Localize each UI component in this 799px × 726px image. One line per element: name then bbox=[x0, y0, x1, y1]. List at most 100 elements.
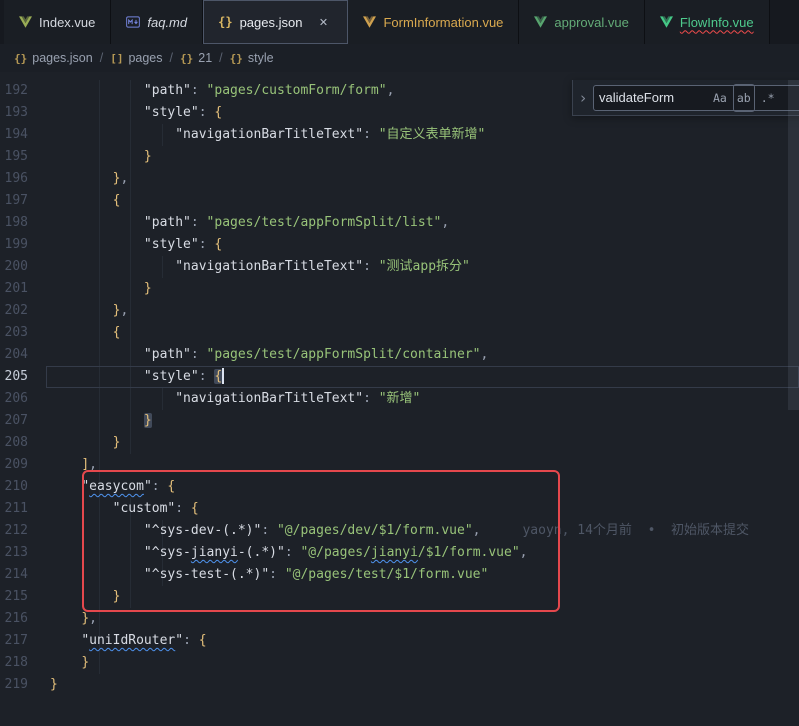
code-line-213[interactable]: 213 "^sys-jianyi-(.*)": "@/pages/jianyi/… bbox=[0, 542, 799, 564]
code-line-208[interactable]: 208 } bbox=[0, 432, 799, 454]
tab-label: FlowInfo.vue bbox=[680, 15, 754, 30]
line-number[interactable]: 206 bbox=[0, 388, 46, 410]
line-number[interactable]: 205 bbox=[0, 366, 46, 388]
line-number[interactable]: 209 bbox=[0, 454, 46, 476]
line-number[interactable]: 204 bbox=[0, 344, 46, 366]
line-number[interactable]: 203 bbox=[0, 322, 46, 344]
tab-forminformation-vue[interactable]: FormInformation.vue bbox=[348, 0, 519, 44]
breadcrumb-item-style[interactable]: {}style bbox=[230, 51, 274, 65]
code-text: "path": "pages/test/appFormSplit/list", bbox=[46, 212, 799, 234]
code-line-211[interactable]: 211 "custom": { bbox=[0, 498, 799, 520]
code-text: "easycom": { bbox=[46, 476, 799, 498]
line-number[interactable]: 208 bbox=[0, 432, 46, 454]
breadcrumb-label: 21 bbox=[198, 51, 212, 65]
code-line-198[interactable]: 198 "path": "pages/test/appFormSplit/lis… bbox=[0, 212, 799, 234]
tab-faq-md[interactable]: faq.md bbox=[111, 0, 203, 44]
code-text: { bbox=[46, 190, 799, 212]
line-number[interactable]: 218 bbox=[0, 652, 46, 674]
breadcrumb-separator: / bbox=[219, 51, 222, 65]
find-expand-toggle[interactable]: › bbox=[573, 80, 593, 115]
code-line-218[interactable]: 218 } bbox=[0, 652, 799, 674]
code-text: }, bbox=[46, 168, 799, 190]
line-number[interactable]: 219 bbox=[0, 674, 46, 696]
line-number[interactable]: 217 bbox=[0, 630, 46, 652]
code-text: "style": { bbox=[46, 366, 799, 388]
vue-icon bbox=[660, 16, 673, 28]
code-line-210[interactable]: 210 "easycom": { bbox=[0, 476, 799, 498]
line-number[interactable]: 194 bbox=[0, 124, 46, 146]
code-line-204[interactable]: 204 "path": "pages/test/appFormSplit/con… bbox=[0, 344, 799, 366]
tab-flowinfo-vue[interactable]: FlowInfo.vue bbox=[645, 0, 770, 44]
object-icon: {} bbox=[230, 52, 243, 65]
breadcrumb-item-21[interactable]: {} 21 bbox=[180, 51, 212, 65]
code-line-214[interactable]: 214 "^sys-test-(.*)": "@/pages/test/$1/f… bbox=[0, 564, 799, 586]
code-line-203[interactable]: 203 { bbox=[0, 322, 799, 344]
line-number[interactable]: 215 bbox=[0, 586, 46, 608]
line-number[interactable]: 202 bbox=[0, 300, 46, 322]
match-case-toggle[interactable]: Aa bbox=[710, 85, 730, 111]
code-line-201[interactable]: 201 } bbox=[0, 278, 799, 300]
breadcrumb-separator: / bbox=[100, 51, 103, 65]
code-text: "style": { bbox=[46, 234, 799, 256]
line-number[interactable]: 192 bbox=[0, 80, 46, 102]
line-number[interactable]: 212 bbox=[0, 520, 46, 542]
line-number[interactable]: 214 bbox=[0, 564, 46, 586]
object-icon: {} bbox=[14, 52, 27, 65]
code-line-194[interactable]: 194 "navigationBarTitleText": "自定义表单新增" bbox=[0, 124, 799, 146]
tab-label: pages.json bbox=[240, 15, 303, 30]
code-line-196[interactable]: 196 }, bbox=[0, 168, 799, 190]
line-number[interactable]: 195 bbox=[0, 146, 46, 168]
line-number[interactable]: 193 bbox=[0, 102, 46, 124]
code-line-216[interactable]: 216 }, bbox=[0, 608, 799, 630]
code-text: { bbox=[46, 322, 799, 344]
code-text: } bbox=[46, 278, 799, 300]
code-line-200[interactable]: 200 "navigationBarTitleText": "测试app拆分" bbox=[0, 256, 799, 278]
tab-approval-vue[interactable]: approval.vue bbox=[519, 0, 644, 44]
code-line-207[interactable]: 207 } bbox=[0, 410, 799, 432]
code-line-209[interactable]: 209 ], bbox=[0, 454, 799, 476]
line-number[interactable]: 196 bbox=[0, 168, 46, 190]
json-icon: {} bbox=[218, 15, 232, 29]
object-icon: {} bbox=[180, 52, 193, 65]
code-text: } bbox=[46, 146, 799, 168]
code-line-215[interactable]: 215 } bbox=[0, 586, 799, 608]
breadcrumb-item-pages[interactable]: []pages bbox=[110, 51, 162, 65]
code-text: "^sys-jianyi-(.*)": "@/pages/jianyi/$1/f… bbox=[46, 542, 799, 564]
code-line-197[interactable]: 197 { bbox=[0, 190, 799, 212]
tab-index-vue[interactable]: Index.vue bbox=[4, 0, 111, 44]
code-line-206[interactable]: 206 "navigationBarTitleText": "新增" bbox=[0, 388, 799, 410]
code-text: "uniIdRouter": { bbox=[46, 630, 799, 652]
find-input[interactable] bbox=[599, 90, 707, 105]
code-line-195[interactable]: 195 } bbox=[0, 146, 799, 168]
tab-label: approval.vue bbox=[554, 15, 628, 30]
whole-word-toggle[interactable]: ab bbox=[733, 84, 755, 112]
line-number[interactable]: 197 bbox=[0, 190, 46, 212]
tab-pages-json[interactable]: {} pages.json ✕ bbox=[203, 0, 348, 44]
code-line-212[interactable]: 212 "^sys-dev-(.*)": "@/pages/dev/$1/for… bbox=[0, 520, 799, 542]
line-number[interactable]: 213 bbox=[0, 542, 46, 564]
vue-icon bbox=[19, 16, 32, 28]
code-text: "^sys-dev-(.*)": "@/pages/dev/$1/form.vu… bbox=[46, 520, 799, 542]
line-number[interactable]: 200 bbox=[0, 256, 46, 278]
line-number[interactable]: 210 bbox=[0, 476, 46, 498]
code-line-199[interactable]: 199 "style": { bbox=[0, 234, 799, 256]
code-line-217[interactable]: 217 "uniIdRouter": { bbox=[0, 630, 799, 652]
line-number[interactable]: 201 bbox=[0, 278, 46, 300]
breadcrumb: {}pages.json/[]pages/{}21/{}style bbox=[0, 44, 799, 72]
breadcrumb-item-pages-json[interactable]: {}pages.json bbox=[14, 51, 93, 65]
line-number[interactable]: 198 bbox=[0, 212, 46, 234]
line-number[interactable]: 199 bbox=[0, 234, 46, 256]
line-number[interactable]: 211 bbox=[0, 498, 46, 520]
code-text: ], bbox=[46, 454, 799, 476]
code-text: "path": "pages/test/appFormSplit/contain… bbox=[46, 344, 799, 366]
array-icon: [] bbox=[110, 52, 123, 65]
code-line-202[interactable]: 202 }, bbox=[0, 300, 799, 322]
line-number[interactable]: 207 bbox=[0, 410, 46, 432]
code-line-205[interactable]: 205 "style": { bbox=[0, 366, 799, 388]
scrollbar-thumb[interactable] bbox=[788, 80, 799, 410]
code-text: }, bbox=[46, 300, 799, 322]
regex-toggle[interactable]: .* bbox=[758, 85, 778, 111]
close-icon[interactable]: ✕ bbox=[314, 13, 332, 31]
line-number[interactable]: 216 bbox=[0, 608, 46, 630]
code-line-219[interactable]: 219} bbox=[0, 674, 799, 696]
